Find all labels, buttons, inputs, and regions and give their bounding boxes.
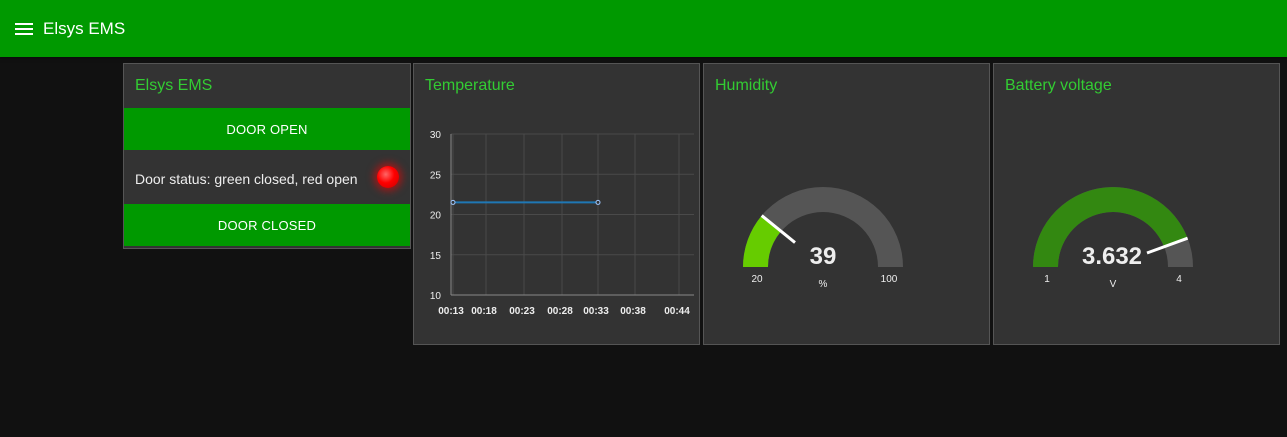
door-control-card: Elsys EMS DOOR OPEN Door status: green c… — [123, 63, 411, 249]
app-title: Elsys EMS — [43, 19, 126, 38]
door-open-button[interactable]: DOOR OPEN — [124, 108, 410, 150]
temp-x-tick-label: 00:38 — [620, 306, 646, 317]
humidity-card: Humidity 39 % 20 100 — [703, 63, 990, 345]
battery-value: 3.632 — [1082, 243, 1142, 270]
temp-x-tick-label: 00:18 — [471, 306, 497, 317]
temp-y-tick-label: 20 — [430, 211, 442, 222]
battery-min-label: 1 — [1044, 274, 1050, 285]
temp-data-point — [595, 199, 601, 205]
temperature-card: Temperature 30 25 20 15 10 00:13 00:18 00:23 00:… — [413, 63, 700, 345]
temp-x-tick-label: 00:13 — [438, 306, 464, 317]
temp-x-tick-label: 00:28 — [547, 306, 573, 317]
temp-data-point — [450, 199, 456, 205]
temperature-chart: 30 25 20 15 10 00:13 00:18 00:23 00:28 00:33 00:38… — [430, 130, 694, 317]
hamburger-menu-icon[interactable] — [15, 23, 33, 37]
temp-y-tick-label: 10 — [430, 291, 442, 302]
humidity-value: 39 — [810, 243, 837, 270]
door-status-text: Door status: green closed, red open — [135, 171, 358, 187]
temp-x-tick-label: 00:23 — [509, 306, 535, 317]
door-card-title: Elsys EMS — [135, 77, 213, 94]
battery-max-label: 4 — [1176, 274, 1182, 285]
door-closed-button[interactable]: DOOR CLOSED — [124, 204, 410, 246]
battery-voltage-card: Battery voltage 3.632 V 1 4 — [993, 63, 1280, 345]
temp-y-tick-label: 15 — [430, 251, 442, 262]
humidity-units: % — [819, 279, 828, 290]
temp-x-tick-label: 00:33 — [583, 306, 609, 317]
temp-y-tick-label: 25 — [430, 170, 442, 181]
top-toolbar: Elsys EMS — [0, 0, 1287, 57]
battery-units: V — [1110, 279, 1117, 290]
humidity-gauge: 39 % 20 100 — [743, 187, 903, 290]
battery-gauge: 3.632 V 1 4 — [1033, 187, 1193, 290]
door-status-led — [377, 166, 399, 188]
humidity-max-label: 100 — [881, 274, 898, 285]
humidity-min-label: 20 — [751, 274, 763, 285]
temp-x-tick-label: 00:44 — [664, 306, 690, 317]
temp-y-tick-label: 30 — [430, 130, 442, 141]
